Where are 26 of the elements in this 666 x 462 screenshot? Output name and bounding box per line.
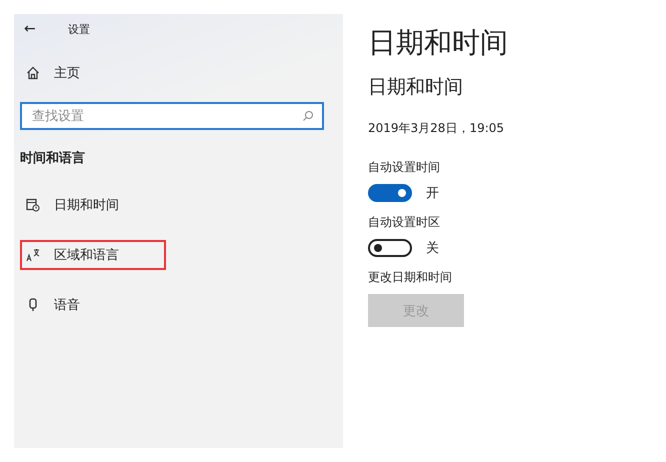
language-icon bbox=[26, 248, 40, 262]
setting-label: 自动设置时区 bbox=[368, 214, 440, 231]
back-button[interactable]: ← bbox=[20, 21, 68, 37]
section-heading: 时间和语言 bbox=[20, 150, 86, 168]
page-title: 日期和时间 bbox=[368, 25, 508, 61]
current-datetime: 2019年3月28日，19:05 bbox=[368, 120, 504, 137]
search-field[interactable]: 查找设置 bbox=[20, 102, 324, 130]
search-icon bbox=[302, 110, 314, 122]
toggle-switch[interactable] bbox=[368, 184, 412, 202]
sidebar-item[interactable]: 区域和语言 bbox=[20, 240, 166, 270]
calendar-clock-icon bbox=[26, 198, 40, 212]
setting-label: 更改日期和时间 bbox=[368, 269, 452, 286]
setting-label: 自动设置时间 bbox=[368, 159, 440, 176]
toggle-state: 关 bbox=[426, 240, 439, 257]
home-icon bbox=[26, 66, 40, 80]
item-label: 区域和语言 bbox=[54, 247, 119, 264]
item-label: 日期和时间 bbox=[54, 197, 119, 214]
home-item[interactable]: 主页 bbox=[20, 58, 166, 88]
toggle-switch[interactable] bbox=[368, 239, 412, 257]
home-label: 主页 bbox=[54, 65, 80, 82]
item-label: 语音 bbox=[54, 297, 80, 314]
section-title: 日期和时间 bbox=[368, 75, 463, 100]
toggle-state: 开 bbox=[426, 185, 439, 202]
sidebar-item[interactable]: 语音 bbox=[20, 290, 166, 320]
sidebar-item[interactable]: 日期和时间 bbox=[20, 190, 166, 220]
window-title: 设置 bbox=[68, 22, 90, 36]
